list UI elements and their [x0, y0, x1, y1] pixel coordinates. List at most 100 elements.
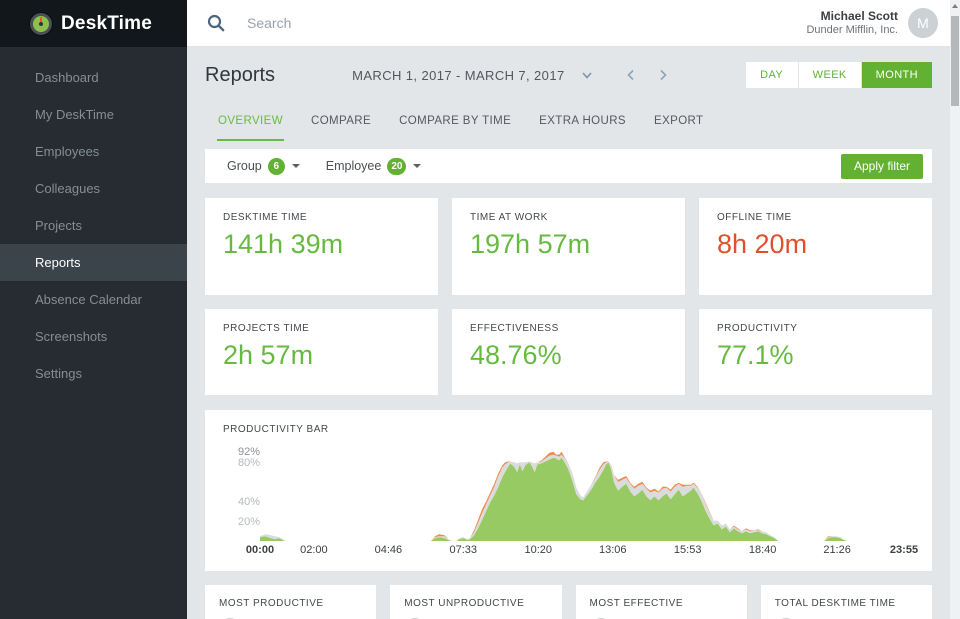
desktime-clock-icon: [30, 13, 52, 35]
stat-card-productivity: PRODUCTIVITY77.1%: [699, 309, 932, 395]
user-info: Michael Scott Dunder Mifflin, Inc.: [806, 9, 898, 38]
x-tick-13-06: 13:06: [599, 544, 627, 556]
stat-card-effectiveness: EFFECTIVENESS 48.76%: [452, 309, 685, 395]
chart-plot-area: 00:0002:0004:4607:3310:2013:0615:5318:40…: [260, 444, 904, 541]
sidebar-item-my-desktime[interactable]: My DeskTime: [0, 96, 187, 133]
people-card-most-productive: MOST PRODUCTIVEDDarryl Philbin: [205, 585, 376, 619]
sidebar-menu: DashboardMy DeskTimeEmployeesColleaguesP…: [0, 47, 187, 392]
user-avatar[interactable]: M: [908, 8, 938, 38]
y-tick-20: 20%: [238, 516, 260, 528]
user-company: Dunder Mifflin, Inc.: [806, 24, 898, 38]
date-range-selector[interactable]: MARCH 1, 2017 - MARCH 7, 2017: [352, 68, 564, 83]
stat-card-desktime-time: DESKTIME TIME 141h 39m: [205, 198, 438, 295]
x-tick-23-55: 23:55: [890, 544, 918, 556]
y-tick-92: 92%: [238, 446, 260, 458]
x-tick-10-20: 10:20: [524, 544, 552, 556]
chart-title: PRODUCTIVITY BAR: [223, 424, 904, 435]
filters: Group 6 Employee 20: [227, 158, 841, 175]
app: DeskTime DashboardMy DeskTimeEmployeesCo…: [0, 0, 960, 619]
tab-overview[interactable]: OVERVIEW: [217, 111, 284, 141]
filter-count-badge: 6: [268, 158, 285, 175]
x-tick-02-00: 02:00: [300, 544, 328, 556]
filter-label: Group: [227, 159, 262, 173]
sidebar-item-employees[interactable]: Employees: [0, 133, 187, 170]
people-card-label: MOST UNPRODUCTIVE: [404, 598, 547, 609]
filter-employee[interactable]: Employee 20: [326, 158, 422, 175]
stat-card-offline-time: OFFLINE TIME8h 20m: [699, 198, 932, 295]
filter-label: Employee: [326, 159, 382, 173]
people-card-most-unproductive: MOST UNPRODUCTIVEMMeredith Palmer: [390, 585, 561, 619]
filter-bar: Group 6 Employee 20 Apply filter: [205, 149, 932, 183]
search-icon: [207, 14, 225, 32]
sidebar-item-projects[interactable]: Projects: [0, 207, 187, 244]
filter-group[interactable]: Group 6: [227, 158, 300, 175]
tab-extra-hours[interactable]: EXTRA HOURS: [538, 111, 627, 141]
apply-filter-button[interactable]: Apply filter: [841, 154, 923, 179]
stacked-area-chart: [260, 444, 904, 541]
logo-text: DeskTime: [61, 13, 152, 35]
productivity-bar-card: PRODUCTIVITY BAR 92%80%40%20% 00:0002:00…: [205, 410, 932, 571]
stat-label: TIME AT WORK: [470, 212, 667, 223]
range-button-group: DAYWEEKMONTH: [746, 62, 932, 88]
prev-period-icon[interactable]: [625, 69, 637, 81]
stat-label: EFFECTIVENESS: [470, 323, 667, 334]
chart: 92%80% 40% 20% 00:0002:0004:4607:3310:2013…: [223, 444, 904, 541]
people-card-total-desktime-time: TOTAL DESKTIME TIMEMMeredith Palmer: [761, 585, 932, 619]
sidebar-item-colleagues[interactable]: Colleagues: [0, 170, 187, 207]
x-tick-21-26: 21:26: [823, 544, 851, 556]
x-tick-07-33: 07:33: [450, 544, 478, 556]
stat-value: 48.76%: [470, 340, 667, 371]
range-button-week[interactable]: WEEK: [799, 62, 861, 88]
sidebar-item-absence-calendar[interactable]: Absence Calendar: [0, 281, 187, 318]
chevron-down-icon[interactable]: [581, 69, 593, 81]
sidebar-item-screenshots[interactable]: Screenshots: [0, 318, 187, 355]
chart-x-axis: 00:0002:0004:4607:3310:2013:0615:5318:40…: [260, 544, 904, 564]
scrollbar-thumb[interactable]: [951, 16, 959, 106]
people-card-label: MOST EFFECTIVE: [590, 598, 733, 609]
stat-label: PRODUCTIVITY: [717, 323, 914, 334]
tab-compare-by-time[interactable]: COMPARE BY TIME: [398, 111, 512, 141]
range-button-month[interactable]: MONTH: [862, 62, 932, 88]
people-card-label: MOST PRODUCTIVE: [219, 598, 362, 609]
stat-card-time-at-work: TIME AT WORK 197h 57m: [452, 198, 685, 295]
people-card-most-effective: MOST EFFECTIVEDDarryl Philbin: [576, 585, 747, 619]
sidebar: DeskTime DashboardMy DeskTimeEmployeesCo…: [0, 0, 187, 619]
report-tabs: OVERVIEW COMPARE COMPARE BY TIME EXTRA HOUR…: [205, 103, 932, 141]
y-tick-80: 80%: [238, 457, 260, 469]
next-period-icon[interactable]: [657, 69, 669, 81]
people-card-label: TOTAL DESKTIME TIME: [775, 598, 918, 609]
stat-value: 2h 57m: [223, 340, 420, 371]
date-navigation: MARCH 1, 2017 - MARCH 7, 2017: [275, 68, 746, 83]
stat-card-projects-time: PROJECTS TIME 2h 57m: [205, 309, 438, 395]
x-tick-04-46: 04:46: [375, 544, 403, 556]
stat-label: DESKTIME TIME: [223, 212, 420, 223]
y-tick-40: 40%: [238, 496, 260, 508]
logo[interactable]: DeskTime: [0, 0, 187, 47]
search-input[interactable]: [247, 15, 806, 31]
tab-export[interactable]: EXPORT: [653, 111, 704, 141]
filter-count-badge: 20: [387, 158, 406, 175]
summary-people-cards: MOST PRODUCTIVEDDarryl Philbin MOST UNPRO…: [205, 585, 932, 619]
sidebar-item-reports[interactable]: Reports: [0, 244, 187, 281]
stat-value: 197h 57m: [470, 229, 667, 260]
main-column: Michael Scott Dunder Mifflin, Inc. M Rep…: [187, 0, 950, 619]
stat-value: 141h 39m: [223, 229, 420, 260]
x-tick-15-53: 15:53: [674, 544, 702, 556]
sidebar-item-dashboard[interactable]: Dashboard: [0, 59, 187, 96]
stat-cards: DESKTIME TIME 141h 39m TIME AT WORK 197h 57…: [205, 198, 932, 395]
caret-down-icon: [413, 164, 421, 168]
x-tick-00-00: 00:00: [246, 544, 274, 556]
scrollbar-up-arrow-icon[interactable]: [952, 4, 958, 8]
content: Reports MARCH 1, 2017 - MARCH 7, 2017 DA…: [187, 47, 950, 619]
sidebar-item-settings[interactable]: Settings: [0, 355, 187, 392]
user-name: Michael Scott: [806, 9, 898, 24]
topbar: Michael Scott Dunder Mifflin, Inc. M: [187, 0, 950, 47]
x-tick-18-40: 18:40: [749, 544, 777, 556]
page-title: Reports: [205, 64, 275, 87]
page-head: Reports MARCH 1, 2017 - MARCH 7, 2017 DA…: [205, 47, 932, 103]
scrollbar[interactable]: [950, 0, 960, 619]
range-button-day[interactable]: DAY: [746, 62, 798, 88]
tab-compare[interactable]: COMPARE: [310, 111, 372, 141]
stat-value: 8h 20m: [717, 229, 914, 260]
stat-label: PROJECTS TIME: [223, 323, 420, 334]
